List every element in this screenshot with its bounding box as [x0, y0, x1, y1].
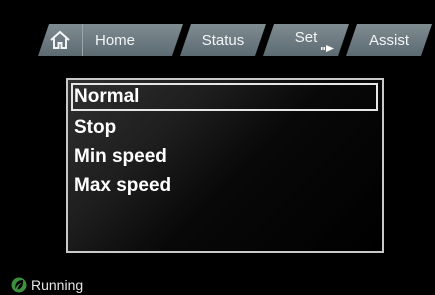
home-icon — [49, 30, 71, 50]
menu-panel: Normal Stop Min speed Max speed — [66, 78, 384, 253]
tab-assist[interactable]: Assist — [346, 24, 432, 56]
tab-set[interactable]: Set — [263, 24, 349, 56]
tab-home[interactable]: Home — [38, 24, 183, 56]
menu-item-normal[interactable]: Normal — [71, 83, 378, 111]
tab-set-label: Set — [294, 28, 318, 46]
tab-home-label: Home — [95, 32, 136, 49]
running-icon — [11, 277, 27, 292]
tab-divider — [82, 24, 83, 56]
tab-status[interactable]: Status — [180, 24, 266, 56]
arrow-right-icon — [321, 45, 334, 52]
status-bar: Running — [11, 276, 83, 293]
menu-item-stop[interactable]: Stop — [71, 114, 378, 142]
status-text: Running — [31, 276, 84, 293]
menu-item-min-speed[interactable]: Min speed — [71, 143, 378, 171]
menu-item-max-speed[interactable]: Max speed — [71, 172, 378, 200]
tab-assist-label: Assist — [368, 31, 409, 49]
tab-status-label: Status — [201, 31, 245, 49]
